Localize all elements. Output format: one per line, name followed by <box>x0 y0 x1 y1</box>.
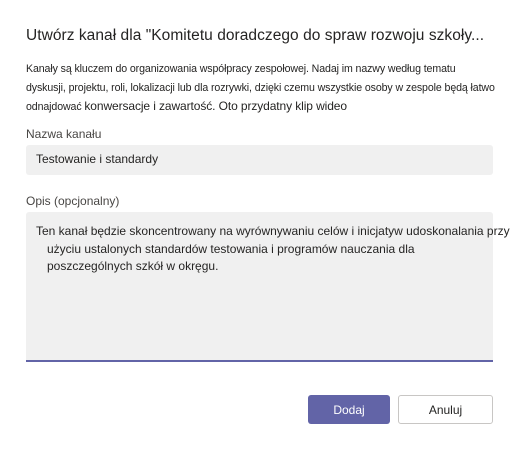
add-button[interactable]: Dodaj <box>308 395 390 424</box>
dialog-title: Utwórz kanał dla "Komitetu doradczego do… <box>26 27 485 44</box>
channel-name-label: Nazwa kanału <box>26 127 102 141</box>
description-line-1: Ten kanał będzie skoncentrowany na wyrów… <box>36 224 510 238</box>
channel-name-input[interactable]: Testowanie i standardy <box>26 145 493 175</box>
description-text-last: konwersacje i zawartość. Oto przydatny k… <box>84 99 347 113</box>
channel-description-textarea[interactable]: Ten kanał będzie skoncentrowany na wyrów… <box>26 212 510 362</box>
channel-description-label: Opis (opcjonalny) <box>26 194 120 208</box>
create-channel-dialog: Utwórz kanał dla "Komitetu doradczego do… <box>0 0 520 449</box>
dialog-description: Kanały są kluczem do organizowania współ… <box>26 60 498 117</box>
cancel-button[interactable]: Anuluj <box>398 395 493 424</box>
description-line-rest: użyciu ustalonych standardów testowania … <box>47 241 415 274</box>
